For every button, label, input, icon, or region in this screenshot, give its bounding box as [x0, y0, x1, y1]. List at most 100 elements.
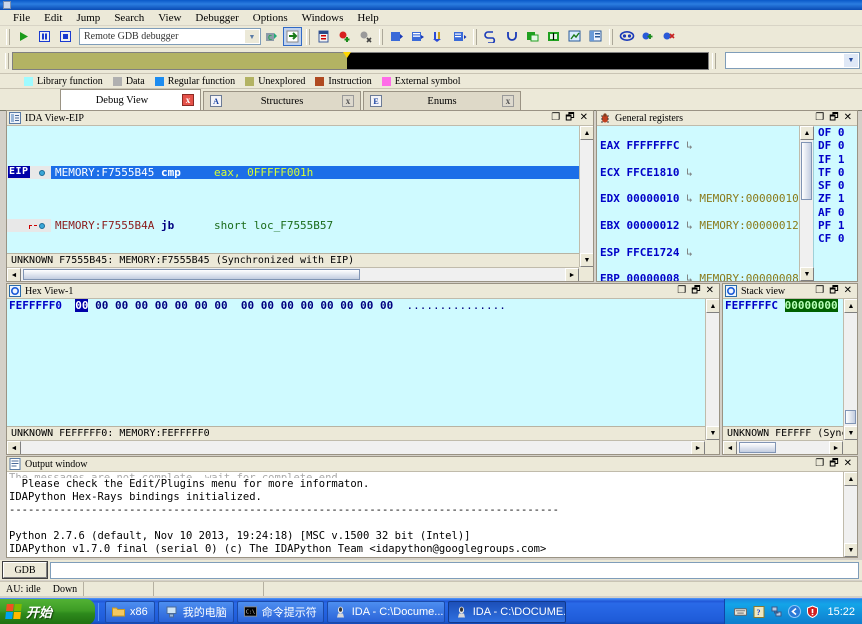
scroll-track[interactable]: [21, 441, 691, 454]
scroll-thumb[interactable]: [845, 410, 856, 424]
hex-byte[interactable]: 00: [241, 299, 254, 312]
address-combo[interactable]: ▼: [725, 52, 860, 69]
chevron-down-icon[interactable]: ▼: [844, 54, 858, 67]
layout-icon[interactable]: [586, 27, 605, 46]
tab-debug-view[interactable]: Debug View x: [60, 89, 201, 110]
scroll-track[interactable]: [844, 486, 857, 543]
disassembly-panel-titlebar[interactable]: IDA View-EIP ❐ 🗗 ✕: [7, 111, 593, 126]
close-icon[interactable]: x: [502, 95, 514, 107]
taskbar-item-ida-2[interactable]: IDA - C:\DOCUME...: [448, 601, 566, 623]
menu-item-file[interactable]: File: [6, 11, 37, 25]
scroll-track[interactable]: [580, 140, 593, 253]
register-row[interactable]: EDX 00000010 ↳ MEMORY:00000010: [600, 192, 799, 205]
registers-panel-titlebar[interactable]: General registers ❐ 🗗 ✕: [597, 111, 857, 126]
hex-byte[interactable]: 00: [155, 299, 168, 312]
hex-byte[interactable]: 00: [95, 299, 108, 312]
step-into-c-icon[interactable]: C: [262, 27, 281, 46]
menu-item-help[interactable]: Help: [350, 11, 385, 25]
output-log[interactable]: The messages are not complete, wait for …: [7, 472, 843, 557]
close-icon[interactable]: ✕: [706, 286, 714, 296]
disassembly-row[interactable]: EIP MEMORY:F7555B45 cmp eax, 0FFFFF001h: [7, 166, 579, 179]
scroll-left-icon[interactable]: ◄: [7, 441, 21, 454]
scroll-down-icon[interactable]: ▼: [580, 253, 593, 267]
shield-icon[interactable]: [806, 605, 819, 618]
menu-item-debugger[interactable]: Debugger: [188, 11, 245, 25]
hex-dump[interactable]: FEFFFFF0 00 00 00 00 00 00 00 00 00 00 0…: [7, 299, 705, 426]
hexview-hscrollbar[interactable]: ◄ ►: [7, 440, 705, 454]
breakpoint-dot-icon[interactable]: [39, 170, 45, 176]
hex-byte[interactable]: 00: [380, 299, 393, 312]
disassembly-listing[interactable]: EIP MEMORY:F7555B45 cmp eax, 0FFFFF001h …: [7, 126, 579, 253]
step-over-icon[interactable]: [283, 27, 302, 46]
hex-byte[interactable]: 00: [360, 299, 373, 312]
restore-icon[interactable]: 🗗: [829, 113, 838, 123]
resume-icon[interactable]: [523, 27, 542, 46]
hex-byte[interactable]: 00: [194, 299, 207, 312]
registers-vscrollbar[interactable]: ▲ ▼: [799, 126, 813, 281]
system-clock[interactable]: 15:22: [827, 606, 855, 618]
scroll-thumb[interactable]: [23, 269, 360, 280]
register-list[interactable]: EAX FFFFFFFC ↳ ECX FFCE1810 ↳ EDX 000000…: [597, 126, 799, 281]
register-row[interactable]: ECX FFCE1810 ↳: [600, 166, 799, 179]
maximize-icon[interactable]: ❐: [677, 286, 686, 296]
taskbar-item-ida-1[interactable]: IDA - C:\Docume...: [327, 601, 445, 623]
scroll-track[interactable]: [706, 313, 719, 426]
jump-icon[interactable]: [481, 27, 500, 46]
help-icon[interactable]: ?: [752, 605, 765, 618]
toolbar-grip-2[interactable]: [306, 29, 310, 45]
stop-icon[interactable]: [56, 27, 75, 46]
register-row[interactable]: EBX 00000012 ↳ MEMORY:00000012: [600, 219, 799, 232]
hex-byte[interactable]: 00: [115, 299, 128, 312]
scroll-up-icon[interactable]: ▲: [844, 472, 857, 486]
breakpoint-dot-icon[interactable]: [39, 223, 45, 229]
close-icon[interactable]: ✕: [844, 459, 852, 469]
menu-item-jump[interactable]: Jump: [69, 11, 107, 25]
search-icon[interactable]: [617, 27, 636, 46]
return-icon[interactable]: [502, 27, 521, 46]
hex-byte[interactable]: 00: [261, 299, 274, 312]
output-panel-titlebar[interactable]: Output window ❐ 🗗 ✕: [7, 457, 857, 472]
restore-icon[interactable]: 🗗: [565, 113, 574, 123]
close-icon[interactable]: x: [182, 94, 194, 106]
menu-item-view[interactable]: View: [151, 11, 188, 25]
output-vscrollbar[interactable]: ▲ ▼: [843, 472, 857, 557]
scroll-right-icon[interactable]: ►: [829, 441, 843, 454]
new-window-icon[interactable]: [314, 27, 333, 46]
menu-item-edit[interactable]: Edit: [37, 11, 69, 25]
scroll-up-icon[interactable]: ▲: [800, 126, 814, 140]
close-icon[interactable]: ✕: [844, 286, 852, 296]
close-icon[interactable]: x: [342, 95, 354, 107]
hex-byte[interactable]: 00: [340, 299, 353, 312]
step-icon[interactable]: [387, 27, 406, 46]
taskbar-item-my-computer[interactable]: 我的电脑: [158, 601, 234, 623]
menu-item-windows[interactable]: Windows: [295, 11, 351, 25]
scroll-track[interactable]: [21, 268, 565, 281]
close-icon[interactable]: ✕: [844, 113, 852, 123]
close-icon[interactable]: ✕: [580, 113, 588, 123]
run-icon[interactable]: [14, 27, 33, 46]
tab-structures[interactable]: A Structures x: [203, 91, 361, 110]
scroll-right-icon[interactable]: ►: [565, 268, 579, 281]
hexview-vscrollbar[interactable]: ▲ ▼: [705, 299, 719, 440]
stackview-panel-titlebar[interactable]: Stack view ❐ 🗗 ✕: [723, 284, 857, 299]
menu-item-search[interactable]: Search: [107, 11, 151, 25]
scroll-up-icon[interactable]: ▲: [706, 299, 719, 313]
stack-value[interactable]: 00000000: [785, 299, 838, 312]
delete-breakpoint-icon[interactable]: [356, 27, 375, 46]
scroll-right-icon[interactable]: ►: [691, 441, 705, 454]
hex-byte-selected[interactable]: 00: [75, 299, 88, 312]
detach-icon[interactable]: [659, 27, 678, 46]
gdb-button[interactable]: GDB: [3, 562, 47, 578]
taskbar-item-cmd[interactable]: C:\ 命令提示符: [237, 601, 324, 623]
hex-byte[interactable]: 00: [320, 299, 333, 312]
stackview-vscrollbar[interactable]: ▲ ▼: [843, 299, 857, 440]
scroll-down-icon[interactable]: ▼: [844, 543, 857, 557]
navigator-grip-2[interactable]: [712, 53, 716, 69]
scroll-track[interactable]: [844, 313, 857, 426]
disassembly-row[interactable]: MEMORY:F7555B4A jb short loc_F7555B57: [7, 219, 579, 232]
scroll-thumb[interactable]: [801, 142, 812, 200]
flags-list[interactable]: OF 0 DF 0 IF 1 TF 0 SF 0 ZF 1 AF 0 PF 1 …: [813, 126, 857, 281]
run-to-cursor-icon[interactable]: [450, 27, 469, 46]
maximize-icon[interactable]: ❐: [815, 459, 824, 469]
toolbar-grip-3[interactable]: [379, 29, 383, 45]
